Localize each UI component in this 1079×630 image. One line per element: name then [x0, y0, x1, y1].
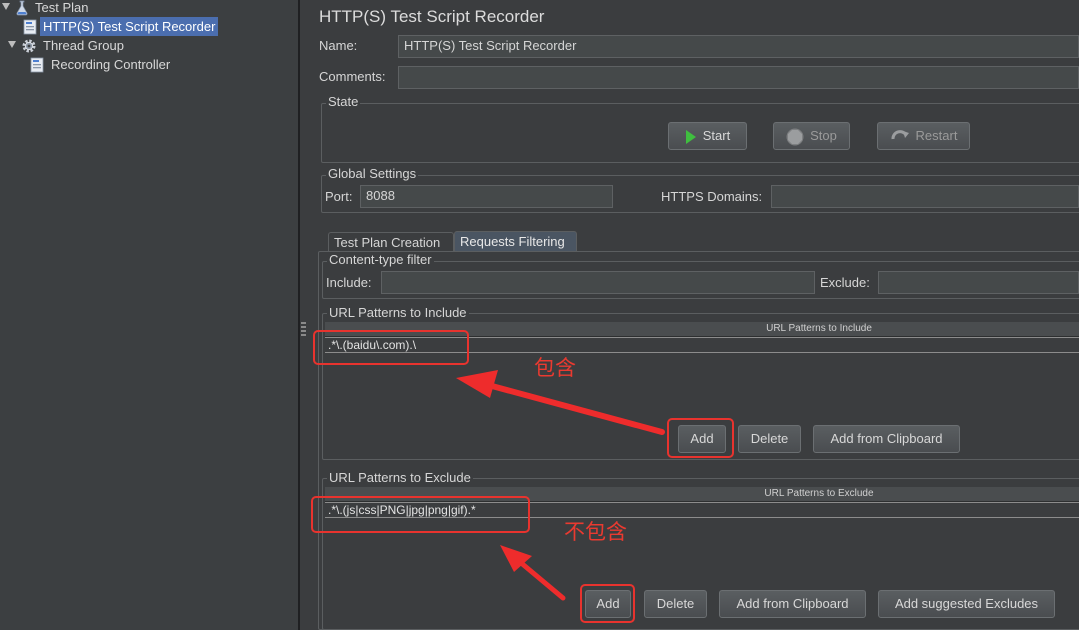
annotation-arrows — [456, 370, 665, 601]
annotation-arrow-exclude — [500, 545, 566, 601]
annotation-arrow-include — [456, 370, 665, 435]
